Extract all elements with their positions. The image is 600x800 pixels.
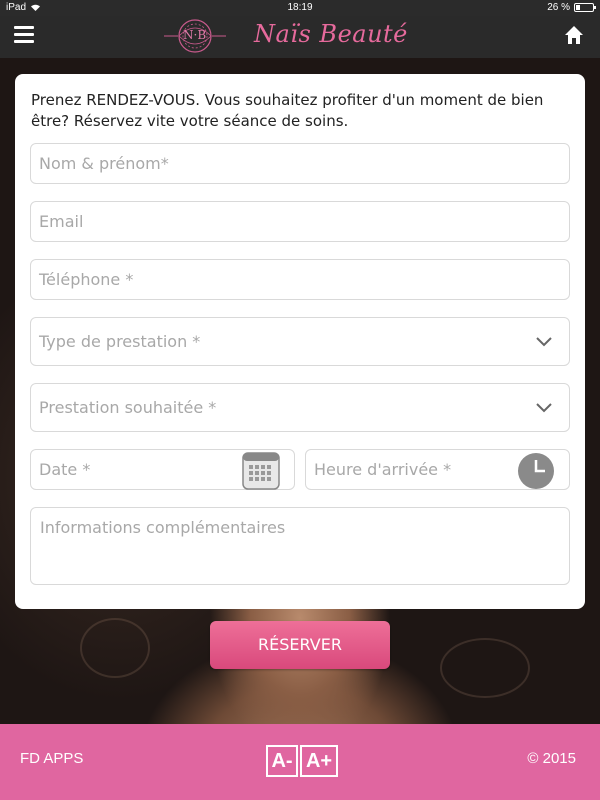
battery-percent: 26 % (547, 2, 570, 13)
hamburger-menu-icon[interactable] (14, 26, 34, 44)
status-time: 18:19 (287, 2, 313, 13)
status-bar: iPad 18:19 26 % (0, 0, 600, 16)
footer-brand: FD APPS (20, 750, 84, 767)
arrival-time-placeholder: Heure d'arrivée * (314, 460, 452, 479)
additional-info-placeholder: Informations complémentaires (40, 518, 286, 537)
footer-bar: FD APPS A- A+ © 2015 (0, 724, 600, 800)
home-icon[interactable] (564, 25, 584, 45)
logo-monogram: N·B (183, 28, 207, 42)
chevron-down-icon (536, 403, 552, 413)
phone-placeholder: Téléphone * (39, 270, 134, 289)
date-field[interactable]: Date * (30, 449, 295, 490)
phone-field[interactable]: Téléphone * (30, 259, 570, 300)
logo-text: Naïs Beauté (254, 20, 408, 48)
reserve-button[interactable]: RÉSERVER (210, 621, 390, 669)
email-placeholder: Email (39, 212, 84, 231)
name-placeholder: Nom & prénom* (39, 154, 169, 173)
footer-copyright: © 2015 (527, 750, 576, 767)
service-wanted-placeholder: Prestation souhaitée * (39, 398, 217, 417)
app-header: N·B Naïs Beauté (0, 16, 600, 58)
date-placeholder: Date * (39, 460, 91, 479)
form-intro-text: Prenez RENDEZ-VOUS. Vous souhaitez profi… (31, 91, 544, 130)
booking-form-card: Prenez RENDEZ-VOUS. Vous souhaitez profi… (15, 74, 585, 609)
chevron-down-icon (536, 337, 552, 347)
app-logo: N·B Naïs Beauté (150, 16, 460, 58)
font-decrease-button[interactable]: A- (266, 745, 298, 777)
arrival-time-field[interactable]: Heure d'arrivée * (305, 449, 570, 490)
font-increase-button[interactable]: A+ (300, 745, 338, 777)
service-type-select[interactable]: Type de prestation * (30, 317, 570, 366)
name-field[interactable]: Nom & prénom* (30, 143, 570, 184)
email-field[interactable]: Email (30, 201, 570, 242)
calendar-icon[interactable] (242, 452, 280, 490)
clock-icon[interactable] (517, 452, 555, 490)
battery-icon (574, 3, 596, 12)
additional-info-textarea[interactable]: Informations complémentaires (30, 507, 570, 585)
service-wanted-select[interactable]: Prestation souhaitée * (30, 383, 570, 432)
service-type-placeholder: Type de prestation * (39, 332, 201, 351)
